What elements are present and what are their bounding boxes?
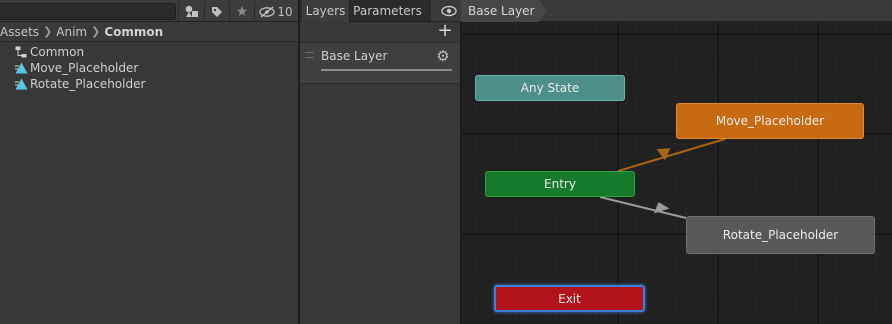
transition-entry-to-move[interactable] (617, 138, 726, 172)
state-any-state[interactable]: Any State (475, 75, 625, 101)
state-rotate-placeholder[interactable]: Rotate_Placeholder (686, 216, 875, 254)
state-exit[interactable]: Exit (494, 285, 645, 312)
state-entry[interactable]: Entry (485, 171, 635, 197)
state-move-placeholder[interactable]: Move_Placeholder (676, 103, 864, 139)
transition-entry-to-rotate[interactable] (599, 196, 687, 219)
transitions-layer (599, 138, 726, 219)
